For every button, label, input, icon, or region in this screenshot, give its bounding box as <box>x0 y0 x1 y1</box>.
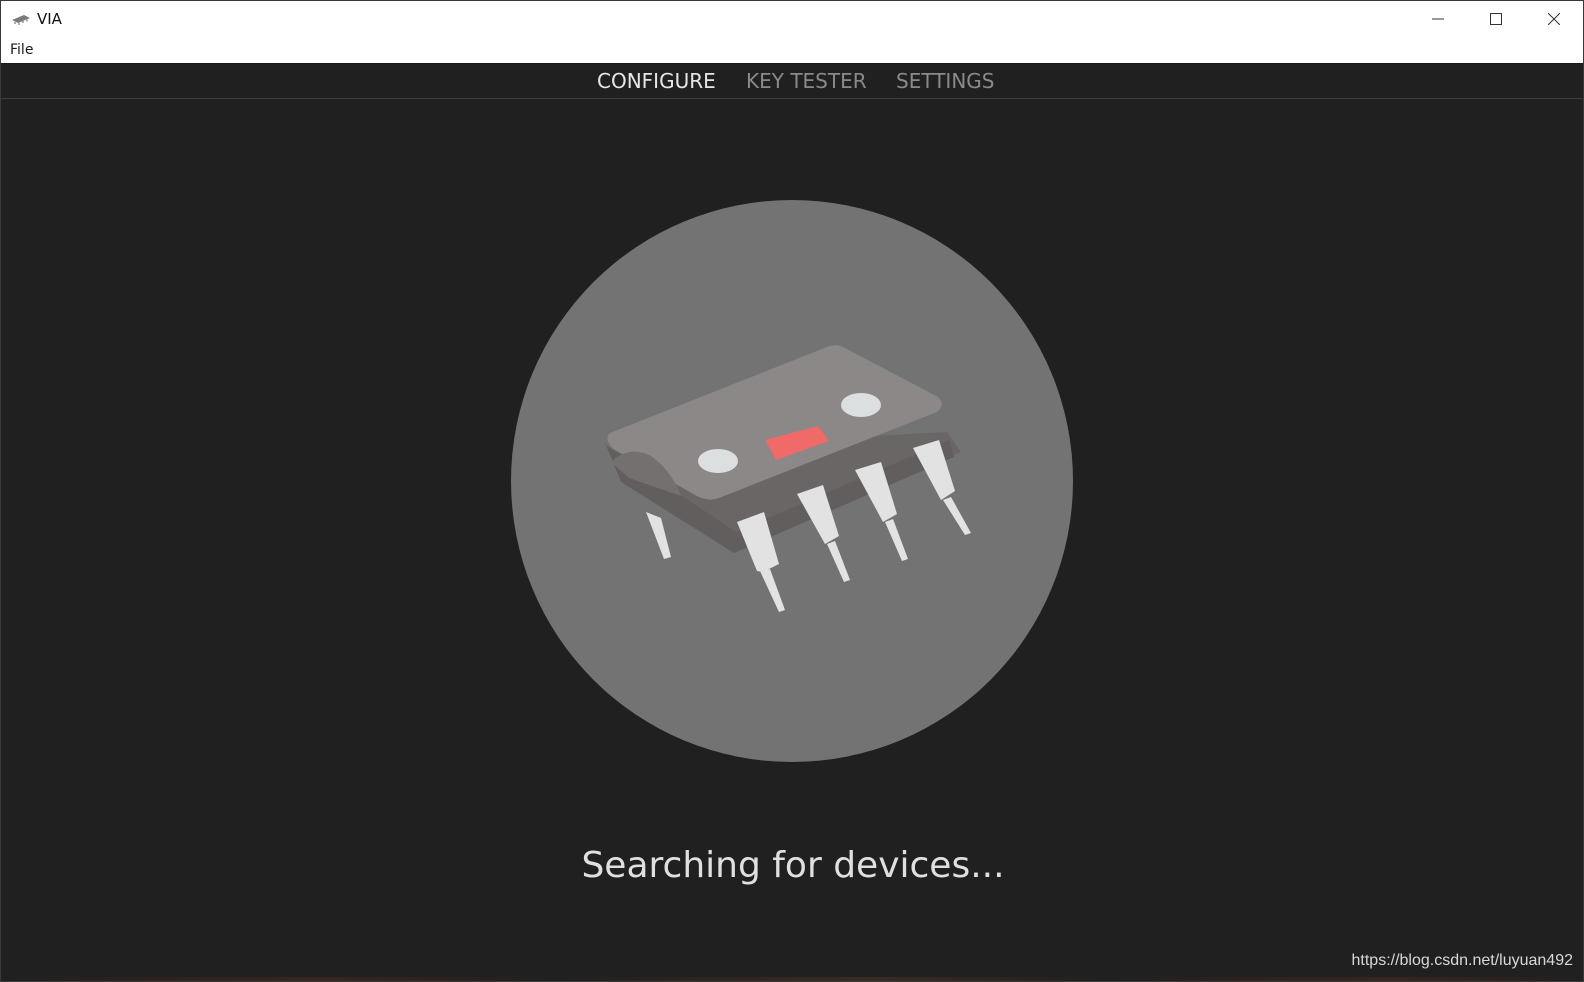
close-icon <box>1548 13 1560 25</box>
minimize-icon <box>1432 18 1444 20</box>
nav-bar: CONFIGURE KEY TESTER SETTINGS <box>1 64 1583 99</box>
maximize-button[interactable] <box>1467 1 1525 37</box>
app-window: VIA File CONFIGURE KEY TESTER SETTINGS S… <box>0 0 1584 982</box>
menu-bar: File <box>1 37 1583 64</box>
status-message: Searching for devices... <box>581 845 1005 886</box>
watermark-text: https://blog.csdn.net/luyuan492 <box>1351 952 1574 969</box>
menu-file[interactable]: File <box>10 42 33 59</box>
maximize-icon <box>1490 13 1502 25</box>
chip-dot-right <box>841 393 881 417</box>
window-title: VIA <box>37 10 62 28</box>
title-bar[interactable]: VIA <box>1 1 1583 37</box>
app-chip-icon <box>12 15 30 25</box>
bottom-edge <box>1 977 1583 981</box>
tab-configure[interactable]: CONFIGURE <box>597 69 716 93</box>
tab-key-tester[interactable]: KEY TESTER <box>746 69 867 93</box>
close-button[interactable] <box>1525 1 1583 37</box>
tab-settings[interactable]: SETTINGS <box>896 69 994 93</box>
minimize-button[interactable] <box>1409 1 1467 37</box>
chip-illustration <box>511 200 1073 762</box>
chip-dot-left <box>698 449 738 473</box>
